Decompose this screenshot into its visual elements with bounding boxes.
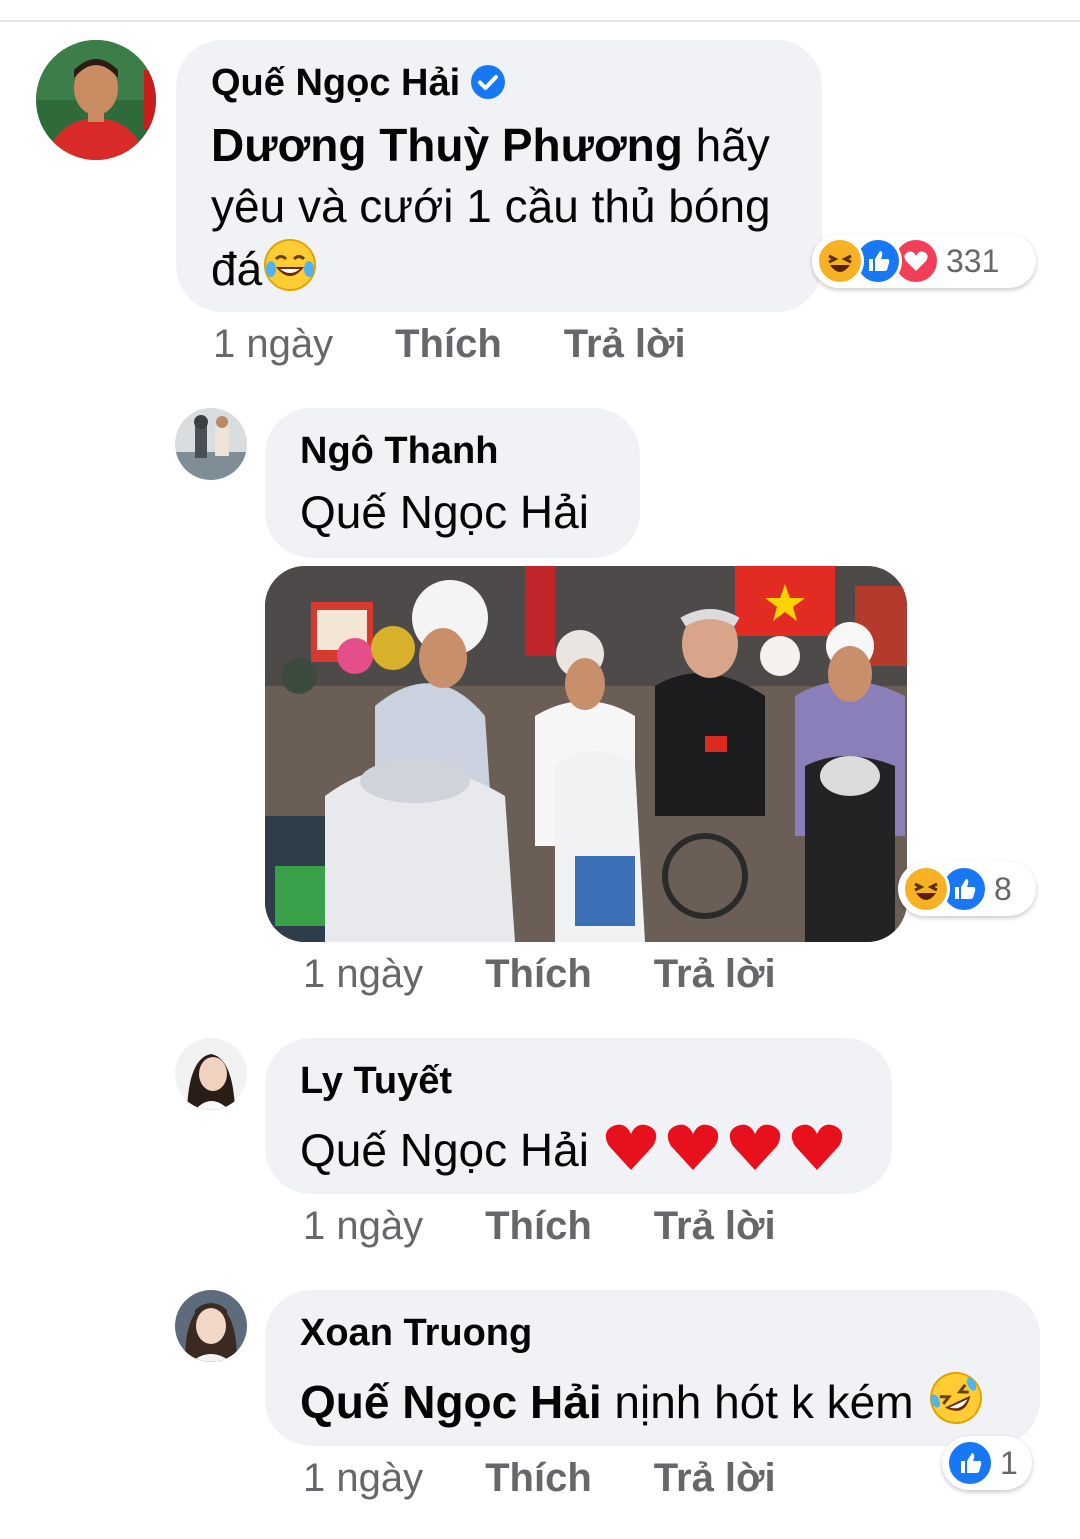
heart-emoji-icon	[605, 1124, 657, 1170]
comment-actions: 1 ngày Thích Trả lời	[213, 322, 686, 367]
timestamp[interactable]: 1 ngày	[213, 322, 333, 367]
reply-button[interactable]: Trả lời	[564, 322, 686, 367]
avatar[interactable]	[175, 408, 247, 480]
comment-text: Quế Ngọc Hải	[300, 486, 589, 538]
comment-text: Quế Ngọc Hải nịnh hót k kém	[300, 1370, 984, 1432]
reply-button[interactable]: Trả lời	[654, 952, 776, 997]
comment-photo[interactable]	[265, 566, 907, 942]
reply-button[interactable]: Trả lời	[654, 1456, 776, 1501]
like-button[interactable]: Thích	[395, 322, 502, 367]
comment-text: Dương Thuỳ Phương hãy	[211, 119, 770, 171]
tears-of-joy-emoji-icon	[264, 239, 317, 291]
haha-reaction-icon	[902, 865, 950, 913]
mention-link[interactable]: Quế Ngọc Hải	[300, 1376, 602, 1428]
timestamp[interactable]: 1 ngày	[303, 1456, 423, 1501]
avatar[interactable]	[36, 40, 156, 160]
reaction-count: 8	[994, 870, 1012, 907]
comment-actions: 1 ngày Thích Trả lời	[303, 1456, 776, 1501]
rofl-emoji-icon	[929, 1372, 982, 1424]
reaction-count: 331	[946, 242, 1000, 279]
haha-reaction-icon	[816, 237, 864, 285]
like-button[interactable]: Thích	[485, 952, 592, 997]
heart-emoji-icon	[791, 1124, 843, 1170]
comment-author[interactable]: Xoan Truong	[300, 1312, 532, 1355]
avatar[interactable]	[175, 1038, 247, 1110]
heart-emoji-icon	[729, 1124, 781, 1170]
comment-text-line3: đá	[211, 237, 318, 299]
comment-actions: 1 ngày Thích Trả lời	[303, 1204, 776, 1249]
mention-link[interactable]: Dương Thuỳ Phương	[211, 119, 683, 171]
comment-author[interactable]: Ngô Thanh	[300, 430, 498, 473]
avatar[interactable]	[175, 1290, 247, 1362]
timestamp[interactable]: 1 ngày	[303, 952, 423, 997]
comment-author[interactable]: Ly Tuyết	[300, 1060, 452, 1103]
comment-actions: 1 ngày Thích Trả lời	[303, 952, 776, 997]
like-reaction-icon	[946, 1439, 994, 1487]
top-divider	[0, 20, 1080, 22]
verified-badge-icon	[471, 65, 506, 99]
timestamp[interactable]: 1 ngày	[303, 1204, 423, 1249]
heart-emoji-icon	[667, 1124, 719, 1170]
like-button[interactable]: Thích	[485, 1204, 592, 1249]
reaction-summary[interactable]: 8	[898, 862, 1036, 916]
reaction-count: 1	[1000, 1444, 1018, 1481]
comment-author[interactable]: Quế Ngọc Hải	[211, 62, 506, 105]
comment-text: Quế Ngọc Hải	[300, 1118, 845, 1180]
reaction-summary[interactable]: 1	[942, 1436, 1032, 1490]
reply-button[interactable]: Trả lời	[654, 1204, 776, 1249]
like-button[interactable]: Thích	[485, 1456, 592, 1501]
author-name[interactable]: Quế Ngọc Hải	[211, 62, 460, 104]
comment-text-line2: yêu và cưới 1 cầu thủ bóng	[211, 180, 771, 232]
reaction-summary[interactable]: 331	[812, 234, 1036, 288]
